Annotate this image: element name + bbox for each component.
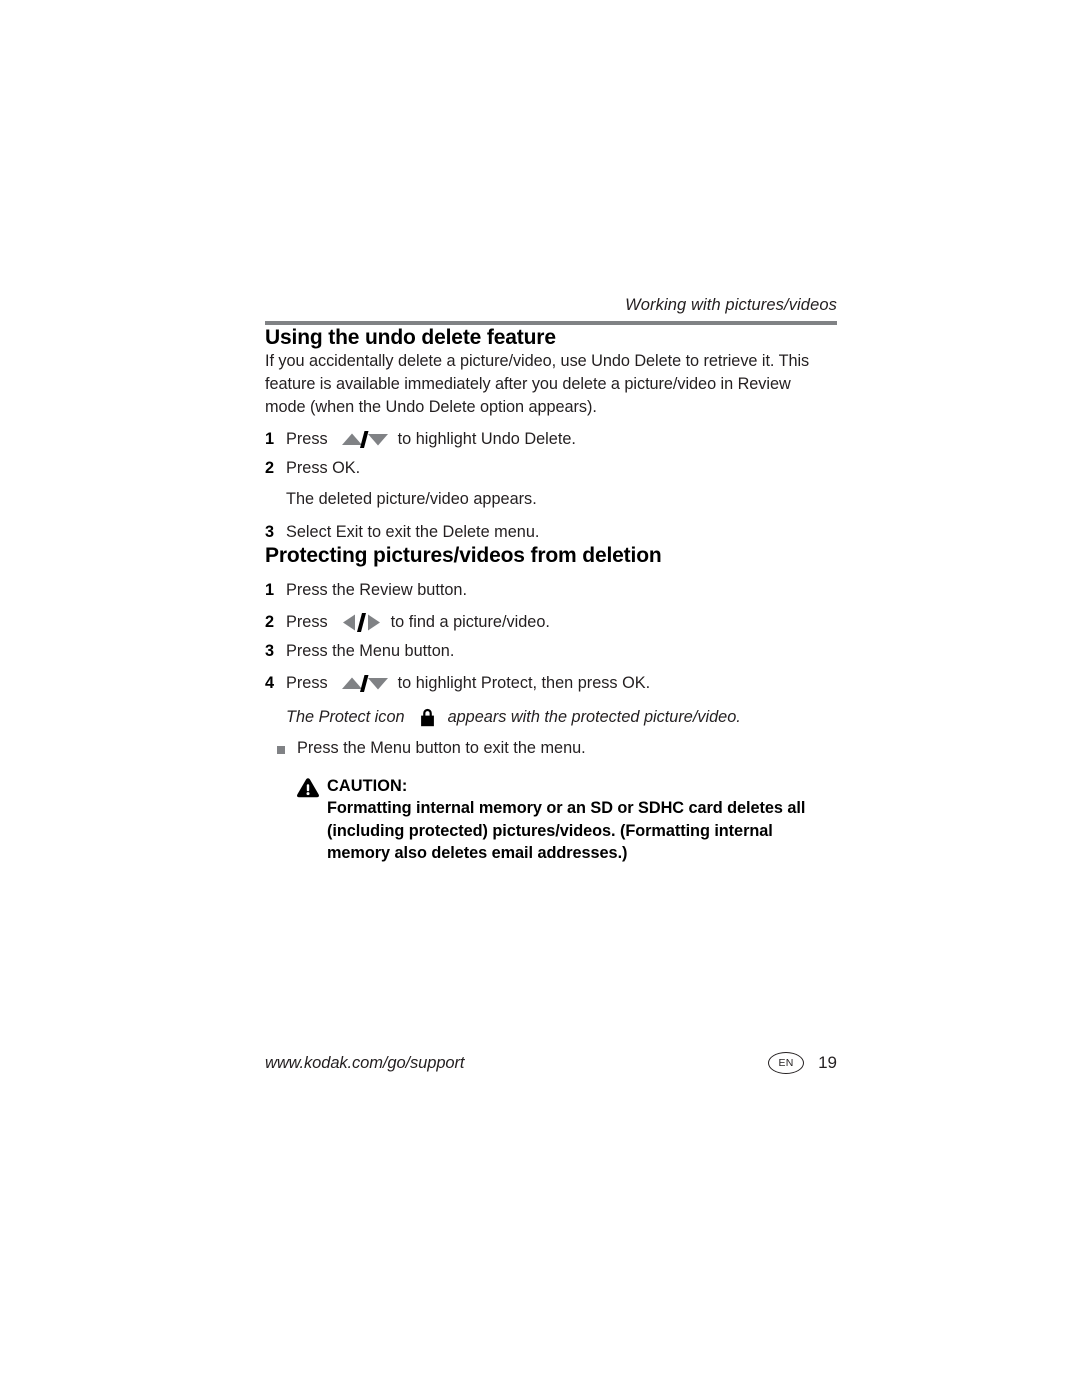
support-url[interactable]: www.kodak.com/go/support [265, 1054, 464, 1073]
step-item: 4 Press to highlight Protect, then press… [265, 672, 837, 695]
step-text-pre: Press OK. [286, 458, 361, 477]
step-item: 3 Select Exit to exit the Delete menu. [265, 521, 837, 544]
step-text-pre: Select Exit to exit the Delete menu. [286, 522, 540, 541]
steps-list-undo-delete: 1 Press to highlight Undo Delete. 2 Pres… [265, 428, 837, 479]
step-number: 2 [265, 458, 275, 477]
warning-triangle-icon [296, 777, 320, 803]
steps-list-undo-delete-cont: 3 Select Exit to exit the Delete menu. [265, 521, 837, 544]
page-number: 19 [818, 1053, 837, 1072]
padlock-icon [419, 708, 436, 727]
list-item: Press the Menu button to exit the menu. [265, 737, 837, 760]
language-badge: EN [768, 1052, 805, 1074]
step-number: 1 [265, 580, 275, 599]
step-text-post: to highlight Protect, then press OK. [397, 674, 651, 693]
step-item: 1 Press the Review button. [265, 579, 837, 602]
page-content: Working with pictures/videos Using the u… [265, 296, 837, 865]
step-number: 4 [265, 674, 275, 693]
protect-icon-note: The Protect icon appears with the protec… [265, 706, 837, 729]
square-bullet-icon [277, 745, 285, 754]
step-text-pre: Press [286, 613, 328, 632]
up-down-arrows-icon [341, 430, 389, 448]
step-item: 3 Press the Menu button. [265, 640, 837, 663]
step-result-note: The deleted picture/video appears. [286, 490, 537, 509]
section-heading-protecting: Protecting pictures/videos from deletion [265, 544, 662, 568]
step-text-pre: Press the Menu button. [286, 641, 455, 660]
protect-note-post: appears with the protected picture/video… [447, 708, 741, 727]
bullet-text: Press the Menu button to exit the menu. [297, 738, 586, 757]
steps-list-protecting: 1 Press the Review button. 2 Press to fi… [265, 579, 837, 695]
step-text-pre: Press [286, 430, 328, 449]
step-text-post: to find a picture/video. [390, 613, 550, 632]
step-item: 2 Press OK. [265, 457, 837, 480]
step-number: 2 [265, 613, 275, 632]
step-text-post: to highlight Undo Delete. [397, 430, 576, 449]
step-number: 1 [265, 430, 275, 449]
bullet-list-protecting: Press the Menu button to exit the menu. [265, 737, 837, 760]
caution-title: CAUTION: [327, 777, 408, 796]
protect-note-pre: The Protect icon [286, 708, 405, 727]
step-number: 3 [265, 641, 275, 660]
section-heading-undo-delete: Using the undo delete feature [265, 326, 556, 350]
step-item: 2 Press to find a picture/video. [265, 611, 837, 634]
running-header-title: Working with pictures/videos [625, 296, 837, 314]
left-right-arrows-icon [341, 613, 382, 633]
step-number: 3 [265, 522, 275, 541]
page-footer: www.kodak.com/go/support EN 19 [265, 1052, 837, 1074]
footer-right-group: EN 19 [768, 1052, 837, 1074]
document-page: Working with pictures/videos Using the u… [0, 0, 1080, 1397]
caution-body: Formatting internal memory or an SD or S… [327, 799, 806, 863]
intro-paragraph-undo-delete: If you accidentally delete a picture/vid… [265, 352, 810, 416]
up-down-arrows-icon [341, 675, 389, 693]
caution-block: CAUTION: Formatting internal memory or a… [265, 776, 837, 865]
step-text-pre: Press the Review button. [286, 580, 467, 599]
step-text-pre: Press [286, 674, 328, 693]
running-header: Working with pictures/videos [265, 296, 837, 326]
step-item: 1 Press to highlight Undo Delete. [265, 428, 837, 451]
